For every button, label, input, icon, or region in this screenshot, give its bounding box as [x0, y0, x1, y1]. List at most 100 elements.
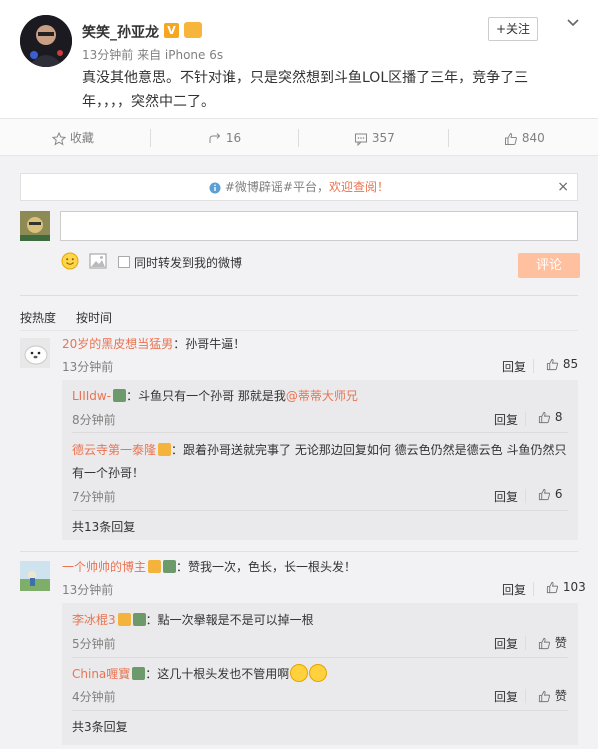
comment-button[interactable]: 357 [354, 119, 395, 157]
divider [448, 129, 449, 147]
comment-like-button[interactable]: 103 [546, 580, 586, 594]
comment-icon [355, 133, 367, 146]
author-name[interactable]: 笑笑_孙亚龙 [82, 22, 159, 42]
thumbs-up-icon [546, 358, 559, 371]
thumbs-up-icon [538, 488, 551, 501]
divider [72, 710, 568, 711]
sort-by-hot[interactable]: 按热度 [20, 309, 56, 326]
forward-count: 16 [225, 131, 242, 145]
follow-button[interactable]: +关注 [488, 17, 538, 41]
divider [150, 129, 151, 147]
reply-text-continued: 有一个孙哥！ [72, 466, 145, 480]
reply-like-button[interactable]: 赞 [538, 687, 567, 704]
reply-text: 德云寺第一泰隆 ：跟着孙哥送就完事了 无论那边回复如何 德云色仍然是德云色 斗鱼仍… [72, 443, 567, 457]
reply-like-button[interactable]: 赞 [538, 634, 567, 651]
reply-thread: LIIIdw- ：斗鱼只有一个孙哥 那就是我@蒂蒂大师兄 8分钟前 回复 8 德云… [62, 380, 578, 540]
action-bar: 收藏 16 357 840 [0, 118, 598, 156]
vip-badge-icon [148, 560, 162, 573]
comment-time: 13分钟前 [62, 360, 114, 374]
comment-like-button[interactable]: 85 [546, 357, 578, 371]
reply-button[interactable]: 回复 [494, 488, 518, 505]
thumbs-up-icon [538, 690, 551, 703]
comment-text: 20岁的黑皮想当猛男：孙哥牛逼！ [62, 337, 246, 351]
reply-text: 李冰棍3 ：點一次擧報是不是可以掉一根 [72, 613, 314, 627]
comment-like-count: 85 [562, 357, 579, 371]
sort-by-time[interactable]: 按时间 [76, 309, 112, 326]
close-icon[interactable]: × [557, 174, 569, 200]
forward-checkbox[interactable] [118, 256, 130, 268]
thumbs-up-icon [538, 411, 551, 424]
emoji-icon[interactable] [61, 252, 79, 274]
reply-button[interactable]: 回复 [494, 688, 518, 705]
fan-badge-icon [113, 389, 127, 402]
verified-icon: V [164, 23, 179, 38]
commenter-name[interactable]: 一个帅帅的博主 [62, 560, 146, 574]
reply-button[interactable]: 回复 [494, 411, 518, 428]
laughing-emoji-icon [309, 664, 328, 682]
comment-text: 一个帅帅的博主 ：赞我一次，色长，长一根头发！ [62, 560, 357, 574]
forward-button[interactable]: 16 [208, 119, 241, 157]
replier-name[interactable]: 李冰棍3 [72, 613, 116, 627]
reply-button[interactable]: 回复 [494, 635, 518, 652]
chevron-down-icon[interactable] [566, 16, 580, 30]
commenter-avatar[interactable] [20, 561, 50, 591]
divider [525, 636, 526, 650]
thumbs-up-icon [546, 581, 559, 594]
divider [533, 582, 534, 596]
vip-crown-icon [184, 22, 202, 38]
reply-time: 8分钟前 [72, 413, 116, 427]
forward-icon [209, 132, 221, 143]
divider [298, 129, 299, 147]
submit-comment-button[interactable]: 评论 [518, 253, 580, 278]
mention-link[interactable]: @蒂蒂大师兄 [286, 389, 358, 403]
thumbs-up-icon [538, 637, 551, 650]
divider [20, 330, 578, 331]
divider [72, 432, 568, 433]
comment-time: 13分钟前 [62, 583, 114, 597]
divider [20, 295, 578, 296]
reply-thread: 李冰棍3 ：點一次擧報是不是可以掉一根 5分钟前 回复 赞 China喱寶 ：这几十… [62, 603, 578, 745]
divider [533, 359, 534, 373]
reply-time: 5分钟前 [72, 637, 116, 651]
author-avatar[interactable] [20, 15, 72, 67]
divider [72, 657, 568, 658]
replier-name[interactable]: LIIIdw- [72, 389, 111, 403]
reply-text: China喱寶 ：这几十根头发也不管用啊 [72, 664, 328, 684]
vip-badge-icon [117, 613, 131, 626]
post-text: 真没其他意思。不针对谁，只是突然想到斗鱼LOL区播了三年，竞争了三年，，，，突然… [82, 70, 529, 110]
thumbs-up-icon [505, 132, 517, 145]
more-replies-link[interactable]: 共13条回复 [72, 517, 135, 537]
like-button[interactable]: 840 [504, 119, 545, 157]
comment-like-count: 103 [562, 580, 586, 594]
comment-input[interactable] [60, 211, 578, 241]
collect-button[interactable]: 收藏 [52, 119, 94, 157]
commenter-avatar[interactable] [20, 338, 50, 368]
fan-badge-icon [163, 560, 177, 573]
forward-label: 同时转发到我的微博 [134, 256, 243, 270]
reply-button[interactable]: 回复 [502, 581, 526, 598]
more-replies-link[interactable]: 共3条回复 [72, 717, 128, 737]
reply-time: 7分钟前 [72, 490, 116, 504]
replier-name[interactable]: China喱寶 [72, 667, 130, 681]
notice-link[interactable]: 欢迎查阅！ [329, 180, 389, 194]
vip-badge-icon [158, 443, 172, 456]
divider [525, 489, 526, 503]
laughing-emoji-icon [290, 664, 309, 682]
commenter-name[interactable]: 20岁的黑皮想当猛男 [62, 337, 173, 351]
notice-text[interactable]: #微博辟谣#平台， [225, 180, 329, 194]
reply-like-button[interactable]: 6 [538, 487, 562, 501]
divider [20, 551, 578, 552]
reply-like-button[interactable]: 8 [538, 410, 562, 424]
divider [525, 689, 526, 703]
fan-badge-icon [132, 667, 146, 680]
like-count: 840 [521, 131, 545, 145]
reply-time: 4分钟前 [72, 690, 116, 704]
collect-label: 收藏 [69, 131, 94, 145]
image-icon[interactable] [89, 253, 107, 273]
info-icon [209, 182, 221, 193]
notice-bar: #微博辟谣#平台，欢迎查阅！ × [20, 173, 578, 201]
divider [72, 510, 568, 511]
reply-button[interactable]: 回复 [502, 358, 526, 375]
replier-name[interactable]: 德云寺第一泰隆 [72, 443, 156, 457]
star-icon [52, 131, 66, 146]
